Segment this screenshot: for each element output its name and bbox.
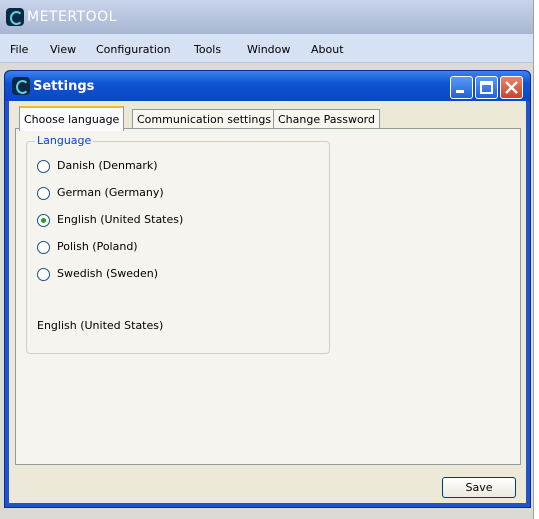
- language-group: Language Danish (Denmark) German (German…: [26, 134, 330, 354]
- radio-button-checked-icon[interactable]: [37, 214, 50, 227]
- menu-window[interactable]: Window: [247, 43, 290, 56]
- radio-label[interactable]: Danish (Denmark): [57, 159, 158, 172]
- close-icon: [505, 81, 518, 94]
- settings-client-area: Choose language Communication settings C…: [9, 101, 526, 503]
- app-title: METERTOOL: [27, 9, 117, 25]
- menu-view[interactable]: View: [50, 43, 76, 56]
- radio-button-icon[interactable]: [37, 241, 50, 254]
- minimize-button[interactable]: [450, 76, 473, 99]
- tab-change-password[interactable]: Change Password: [273, 109, 380, 129]
- save-button[interactable]: Save: [442, 477, 516, 498]
- radio-button-icon[interactable]: [37, 160, 50, 173]
- app-window: METERTOOL File View Configuration Tools …: [0, 0, 539, 519]
- settings-window: Settings Choose language Communication s…: [4, 70, 531, 508]
- radio-button-icon[interactable]: [37, 187, 50, 200]
- menu-file[interactable]: File: [10, 43, 28, 56]
- metertool-logo-icon: [12, 77, 30, 95]
- menu-configuration[interactable]: Configuration: [96, 43, 171, 56]
- radio-label[interactable]: Swedish (Sweden): [57, 267, 158, 280]
- metertool-logo-icon: [6, 8, 24, 26]
- maximize-button[interactable]: [475, 76, 498, 99]
- menu-tools[interactable]: Tools: [194, 43, 221, 56]
- radio-button-icon[interactable]: [37, 268, 50, 281]
- language-group-legend: Language: [35, 134, 94, 147]
- radio-label[interactable]: English (United States): [57, 213, 183, 226]
- menu-about[interactable]: About: [311, 43, 344, 56]
- close-button[interactable]: [500, 76, 523, 99]
- menu-bar: File View Configuration Tools Window Abo…: [0, 34, 533, 63]
- minimize-icon: [456, 90, 464, 93]
- app-frame: METERTOOL File View Configuration Tools …: [0, 0, 534, 519]
- app-titlebar: METERTOOL: [0, 0, 533, 34]
- maximize-icon: [480, 81, 493, 94]
- tab-panel: Language Danish (Denmark) German (German…: [15, 128, 521, 465]
- selected-language-text: English (United States): [37, 319, 164, 332]
- settings-title: Settings: [33, 79, 95, 94]
- radio-label[interactable]: Polish (Poland): [57, 240, 138, 253]
- radio-label[interactable]: German (Germany): [57, 186, 164, 199]
- settings-titlebar[interactable]: Settings: [5, 71, 530, 101]
- tab-communication-settings[interactable]: Communication settings: [132, 109, 277, 129]
- tab-choose-language[interactable]: Choose language: [19, 106, 125, 131]
